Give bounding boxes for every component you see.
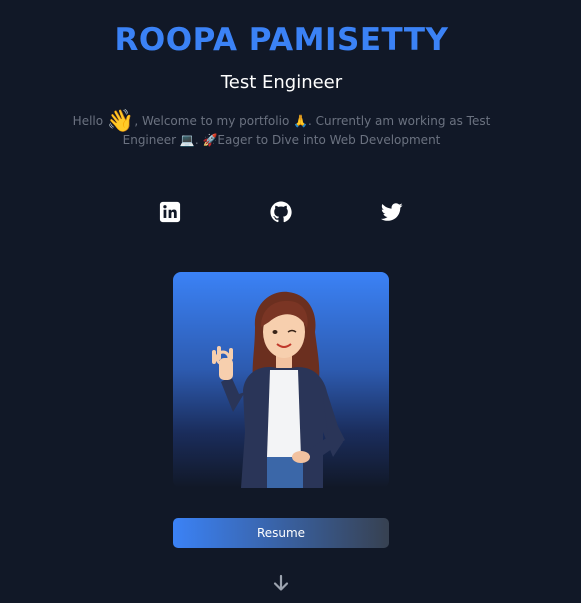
- hero-role: Test Engineer: [220, 72, 343, 93]
- social-links: [0, 200, 563, 226]
- hero-intro: Hello 👋, Welcome to my portfolio 🙏. Curr…: [60, 109, 503, 150]
- linkedin-icon: [159, 201, 181, 223]
- intro-text: , Welcome to my portfolio 🙏. Currently a…: [122, 114, 491, 147]
- portfolio-hero: ROOPA PAMISETTY Test Engineer Hello 👋, W…: [0, 0, 581, 603]
- intro-greeting: Hello: [72, 114, 107, 128]
- profile-card: [173, 272, 389, 488]
- avatar-illustration: [212, 291, 345, 488]
- hero-name: ROOPA PAMISETTY: [114, 22, 449, 58]
- resume-button[interactable]: Resume: [173, 518, 389, 548]
- wave-emoji: 👋: [106, 109, 135, 134]
- twitter-icon: [380, 203, 403, 221]
- linkedin-link[interactable]: [158, 200, 182, 224]
- github-icon: [270, 201, 292, 223]
- github-link[interactable]: [269, 200, 293, 224]
- twitter-link[interactable]: [380, 200, 404, 224]
- arrow-down-icon[interactable]: [272, 574, 290, 592]
